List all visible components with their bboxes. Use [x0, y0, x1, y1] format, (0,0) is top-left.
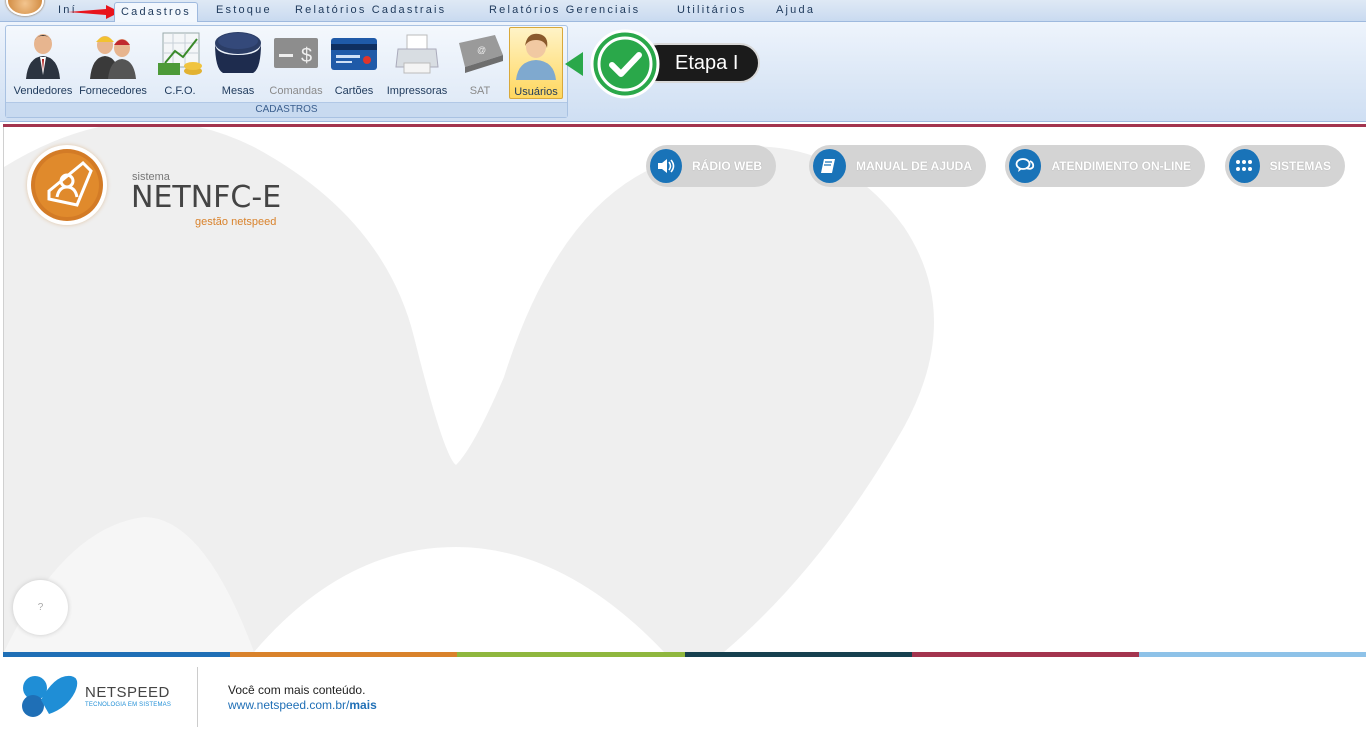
- comandas-button[interactable]: $ Comandas: [266, 27, 326, 99]
- printer-icon: [395, 34, 439, 74]
- footer-link-bold: mais: [349, 698, 377, 712]
- tab-relatorios-gerenciais[interactable]: Relatórios Gerenciais: [489, 4, 640, 16]
- main-area: sistema NETNFC-E gestão netspeed RÁDIO W…: [3, 127, 1366, 652]
- footer-slogan: Você com mais conteúdo.: [228, 683, 366, 697]
- table-icon: [215, 32, 261, 73]
- cfo-button[interactable]: C.F.O.: [152, 27, 208, 99]
- fornecedores-label: Fornecedores: [79, 85, 147, 97]
- tab-relatorios-cadastrais[interactable]: Relatórios Cadastrais: [295, 4, 446, 16]
- atendimento-online-label: ATENDIMENTO ON-LINE: [1051, 159, 1191, 173]
- ribbon-menu-bar: Iní Cadastros Estoque Relatórios Cadastr…: [0, 0, 1366, 23]
- vendedores-label: Vendedores: [13, 85, 73, 97]
- ribbon-group-cadastros: Vendedores Fornecedores C.F.O. Mesas $ C…: [5, 25, 568, 118]
- svg-text:$: $: [301, 45, 312, 67]
- grid-icon: [1229, 149, 1260, 183]
- footer-link[interactable]: www.netspeed.com.br/mais: [228, 698, 377, 712]
- sistemas-label: SISTEMAS: [1269, 159, 1331, 173]
- manual-de-ajuda-label: MANUAL DE AJUDA: [855, 159, 972, 173]
- app-orb-button[interactable]: [6, 0, 44, 16]
- sat-button[interactable]: @ SAT: [452, 27, 508, 99]
- netspeed-tagline: TECNOLOGIA EM SISTEMAS: [85, 702, 172, 708]
- chat-icon: [1009, 149, 1042, 183]
- footer: NETSPEED TECNOLOGIA EM SISTEMAS Você com…: [3, 657, 1366, 737]
- order-slip-icon: $: [274, 38, 318, 68]
- step-callout-label: Etapa I: [675, 52, 739, 74]
- sat-device-icon: @: [459, 35, 503, 73]
- sat-label: SAT: [469, 85, 491, 97]
- atendimento-online-button[interactable]: ATENDIMENTO ON-LINE: [1005, 145, 1205, 187]
- red-arrow-icon: [68, 5, 120, 19]
- ribbon-group-label: CADASTROS: [6, 102, 567, 117]
- usuarios-button[interactable]: Usuários: [509, 27, 563, 99]
- vendedores-button[interactable]: Vendedores: [11, 27, 75, 99]
- brand-title: NETNFC-E: [131, 180, 282, 215]
- manual-de-ajuda-button[interactable]: MANUAL DE AJUDA: [809, 145, 986, 187]
- sistemas-button[interactable]: SISTEMAS: [1225, 145, 1345, 187]
- fornecedores-button[interactable]: Fornecedores: [79, 27, 147, 99]
- mesas-label: Mesas: [221, 85, 255, 97]
- help-button[interactable]: ?: [13, 580, 68, 635]
- usuarios-label: Usuários: [514, 86, 558, 98]
- impressoras-button[interactable]: Impressoras: [384, 27, 450, 99]
- svg-text:@: @: [477, 45, 486, 55]
- footer-link-prefix: www.netspeed.com.br/: [228, 698, 350, 712]
- tab-ajuda[interactable]: Ajuda: [776, 4, 815, 16]
- netnfc-logo-icon: [31, 149, 103, 221]
- cartoes-label: Cartões: [334, 85, 374, 97]
- salesman-icon: [26, 34, 60, 79]
- tab-cadastros[interactable]: Cadastros: [114, 2, 198, 23]
- netspeed-name: NETSPEED: [85, 684, 170, 701]
- user-icon: [516, 33, 556, 80]
- speaker-icon: [650, 149, 682, 183]
- suppliers-icon: [90, 36, 136, 79]
- mesas-button[interactable]: Mesas: [211, 27, 265, 99]
- netnfc-logo: [27, 145, 107, 225]
- brand-sub-bottom: gestão netspeed: [195, 216, 277, 228]
- impressoras-label: Impressoras: [386, 85, 448, 97]
- cfo-label: C.F.O.: [164, 85, 196, 97]
- radio-web-button[interactable]: RÁDIO WEB: [646, 145, 776, 187]
- tab-utilitarios[interactable]: Utilitários: [677, 4, 746, 16]
- radio-web-label: RÁDIO WEB: [692, 159, 762, 173]
- book-icon: [813, 149, 846, 183]
- footer-divider: [197, 667, 198, 727]
- netspeed-logo-icon: [22, 675, 78, 717]
- credit-card-icon: [331, 38, 377, 70]
- cfo-chart-icon: [158, 32, 202, 75]
- comandas-label: Comandas: [269, 85, 323, 97]
- cartoes-button[interactable]: Cartões: [328, 27, 380, 99]
- tab-estoque[interactable]: Estoque: [216, 4, 272, 16]
